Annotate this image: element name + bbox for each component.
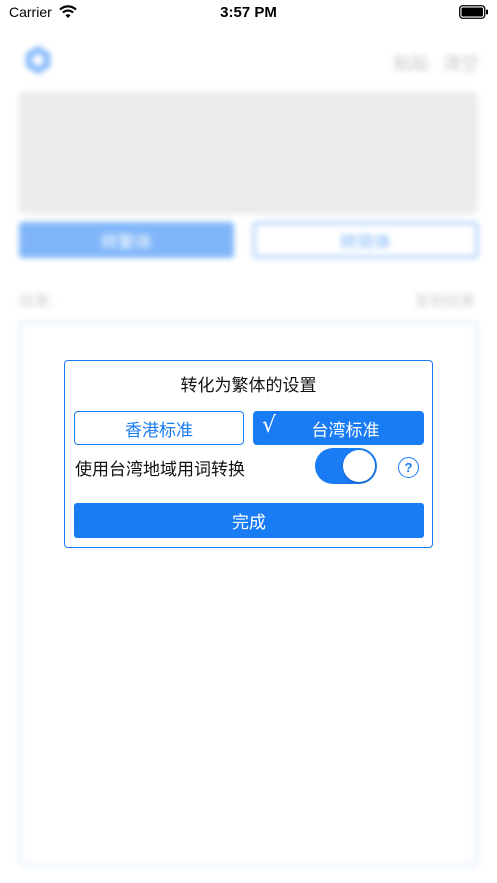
clock: 3:57 PM <box>220 4 277 21</box>
toggle-knob <box>343 450 375 482</box>
copy-result-button[interactable]: 复制结果 <box>415 290 475 311</box>
to-traditional-button[interactable]: 转繁体 <box>19 222 234 258</box>
dialog-title: 转化为繁体的设置 <box>180 376 317 396</box>
done-button[interactable]: 完成 <box>74 503 424 538</box>
help-icon[interactable]: ? <box>398 457 419 478</box>
option-taiwan-standard[interactable]: √ 台湾标准 <box>253 411 424 445</box>
status-bar: Carrier 3:57 PM <box>0 0 497 26</box>
option-label: 台湾标准 <box>311 420 380 441</box>
battery-icon <box>459 5 488 19</box>
taiwan-vocabulary-label: 使用台湾地域用词转换 <box>75 460 245 480</box>
result-label: 结果: <box>19 292 55 310</box>
settings-icon[interactable] <box>22 44 54 76</box>
settings-dialog: 转化为繁体的设置 香港标准 √ 台湾标准 使用台湾地域用词转换 ? 完成 <box>64 360 433 548</box>
option-hong-kong-standard[interactable]: 香港标准 <box>74 411 244 445</box>
to-simplified-button[interactable]: 转简体 <box>253 222 478 258</box>
top-actions: 粘贴 清空 <box>385 50 479 76</box>
input-text-area[interactable] <box>19 92 478 214</box>
paste-button[interactable]: 粘贴 <box>393 54 429 75</box>
taiwan-vocabulary-toggle[interactable] <box>315 448 377 484</box>
clear-button[interactable]: 清空 <box>443 54 479 75</box>
check-icon: √ <box>262 413 277 438</box>
option-label: 香港标准 <box>125 420 193 441</box>
